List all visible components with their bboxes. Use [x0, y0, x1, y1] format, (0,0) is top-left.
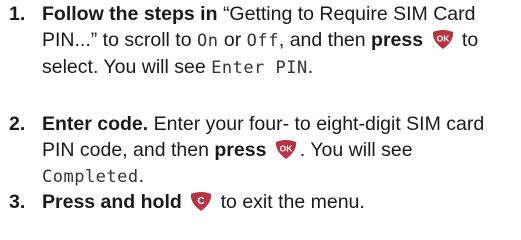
ok-key-icon: OK	[274, 139, 298, 160]
step-number: 2.	[9, 113, 26, 135]
ok-key-icon: OK	[431, 29, 455, 50]
lcd-text-off: Off	[246, 31, 279, 51]
step-text-run: to scroll to	[97, 29, 197, 51]
lcd-text-completed: Completed	[42, 167, 139, 187]
step-text: Follow the steps in “Getting to Require …	[42, 1, 512, 81]
step-text-run: or	[218, 29, 247, 51]
instruction-steps: 1. Follow the steps in “Getting to Requi…	[0, 0, 521, 240]
step-number: 1.	[9, 3, 26, 25]
press-label: press	[214, 139, 267, 161]
lcd-text-on: On	[196, 31, 219, 51]
step-text-run: . You will see	[299, 139, 413, 161]
c-key-label: C	[198, 196, 205, 207]
step-text-run: .	[307, 56, 314, 78]
step-text-run: to exit the menu.	[215, 191, 365, 213]
ok-key-label: OK	[279, 144, 293, 154]
press-label: press	[371, 29, 424, 51]
ok-key-label: OK	[436, 34, 450, 44]
lcd-text-enter-pin: Enter PIN	[211, 58, 308, 78]
step-number: 3.	[9, 191, 26, 213]
step-text: Press and hold C to exit the menu.	[42, 189, 512, 215]
step-action: Follow the steps in	[42, 3, 218, 25]
step-action: Enter code.	[42, 113, 149, 135]
step-action: Press and hold	[42, 191, 182, 213]
step-text-run: .	[138, 165, 145, 187]
step-text-run: , and then	[278, 29, 372, 51]
step-text: Enter code. Enter your four- to eight-di…	[42, 111, 512, 190]
c-key-icon: C	[189, 191, 213, 212]
